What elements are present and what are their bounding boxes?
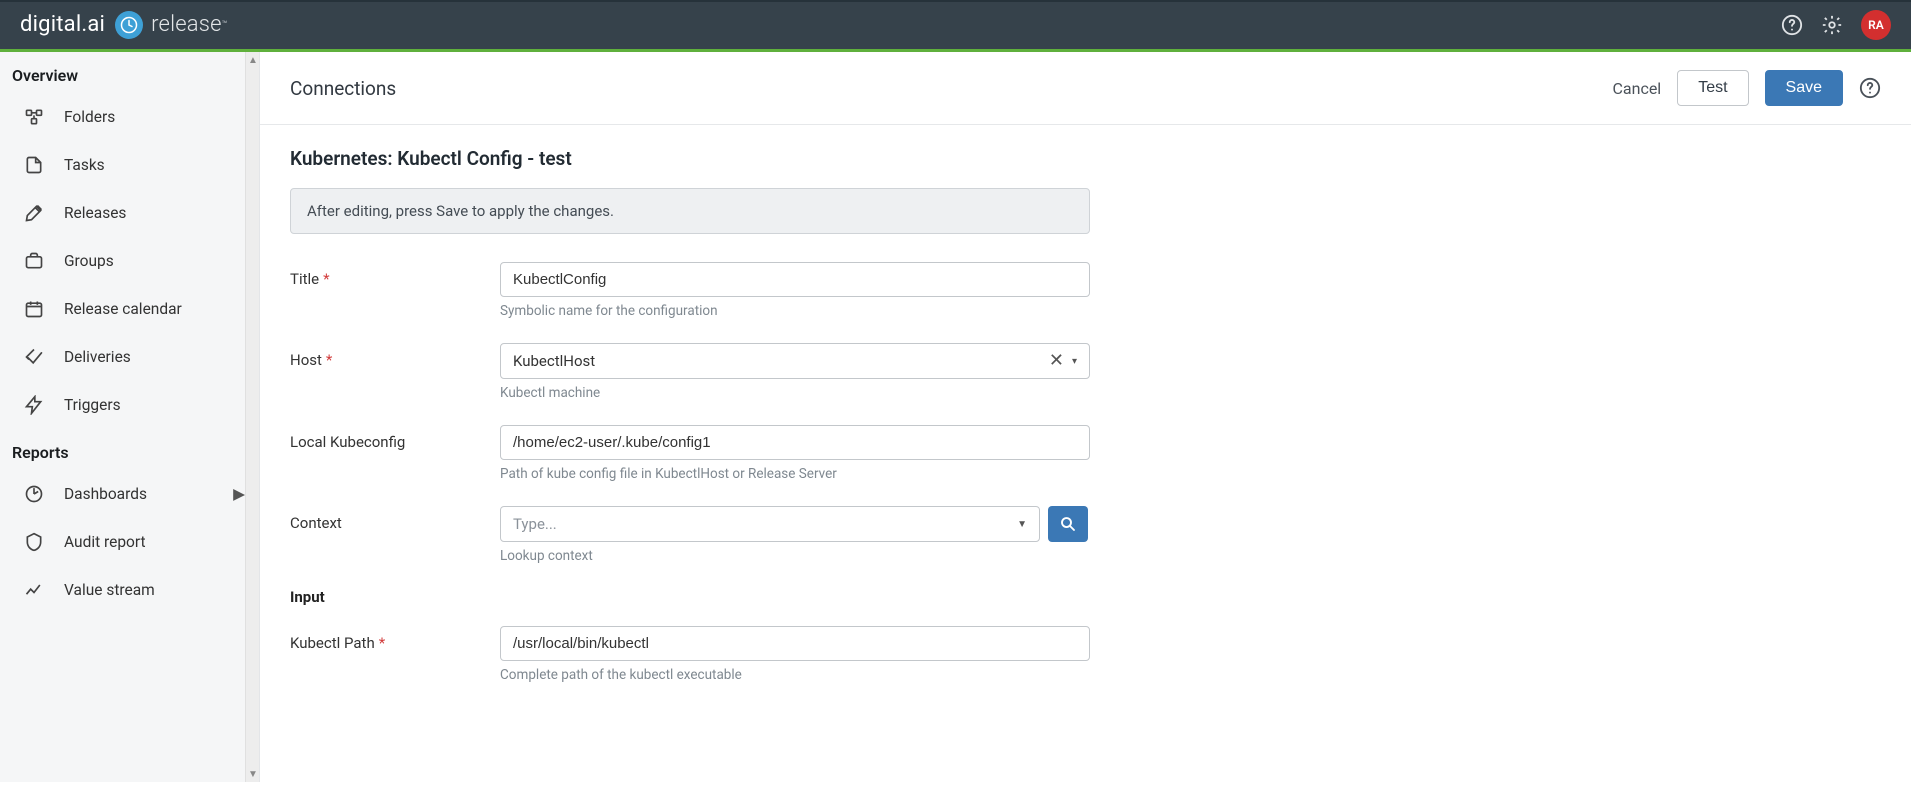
sidebar-item-triggers[interactable]: Triggers bbox=[0, 381, 259, 429]
top-bar: digital.ai release ™ RA bbox=[0, 0, 1911, 52]
groups-icon bbox=[24, 251, 44, 271]
title-help: Symbolic name for the configuration bbox=[500, 303, 1090, 319]
sidebar-item-dashboards[interactable]: Dashboards ▶ bbox=[0, 470, 259, 518]
brand: digital.ai release ™ bbox=[20, 11, 227, 39]
page-help-icon[interactable] bbox=[1859, 77, 1881, 99]
product-name: release bbox=[151, 12, 222, 37]
scrollbar-up-icon[interactable]: ▲ bbox=[246, 52, 260, 68]
clear-icon[interactable]: ✕ bbox=[1049, 352, 1064, 370]
triggers-icon bbox=[24, 395, 44, 415]
label-host: Host* bbox=[290, 343, 500, 369]
sidebar-item-tasks[interactable]: Tasks bbox=[0, 141, 259, 189]
label-local-kubeconfig: Local Kubeconfig bbox=[290, 425, 500, 451]
test-button[interactable]: Test bbox=[1677, 70, 1748, 106]
sidebar-section-reports: Reports bbox=[0, 429, 259, 470]
label-title: Title* bbox=[290, 262, 500, 288]
page-title: Connections bbox=[290, 77, 396, 100]
settings-icon[interactable] bbox=[1821, 14, 1843, 36]
sidebar-scrollbar[interactable]: ▲ ▼ bbox=[245, 52, 259, 782]
trademark: ™ bbox=[222, 20, 228, 30]
audit-icon bbox=[24, 532, 44, 552]
context-placeholder: Type... bbox=[513, 515, 557, 533]
help-icon[interactable] bbox=[1781, 14, 1803, 36]
local-kubeconfig-help: Path of kube config file in KubectlHost … bbox=[500, 466, 1090, 482]
folders-icon bbox=[24, 107, 44, 127]
calendar-icon bbox=[24, 299, 44, 319]
sidebar-item-groups[interactable]: Groups bbox=[0, 237, 259, 285]
sidebar-item-label: Groups bbox=[64, 252, 114, 270]
config-title: Kubernetes: Kubectl Config - test bbox=[290, 147, 1330, 170]
local-kubeconfig-input[interactable] bbox=[500, 425, 1090, 460]
sidebar-item-label: Releases bbox=[64, 204, 126, 222]
label-kubectl-path: Kubectl Path* bbox=[290, 626, 500, 652]
sidebar-item-value-stream[interactable]: Value stream bbox=[0, 566, 259, 614]
host-help: Kubectl machine bbox=[500, 385, 1090, 401]
page-header: Connections Cancel Test Save bbox=[260, 52, 1911, 125]
title-input[interactable] bbox=[500, 262, 1090, 297]
scrollbar-down-icon[interactable]: ▼ bbox=[246, 766, 260, 782]
dropdown-caret-icon[interactable]: ▾ bbox=[1072, 356, 1077, 367]
sidebar-item-label: Tasks bbox=[64, 156, 105, 174]
sidebar-item-label: Triggers bbox=[64, 396, 121, 414]
label-context: Context bbox=[290, 506, 500, 532]
brand-name: digital.ai bbox=[20, 12, 105, 37]
info-banner: After editing, press Save to apply the c… bbox=[290, 188, 1090, 234]
sidebar-section-overview: Overview bbox=[0, 52, 259, 93]
sidebar-item-releases[interactable]: Releases bbox=[0, 189, 259, 237]
cancel-button[interactable]: Cancel bbox=[1612, 79, 1661, 98]
sidebar-item-folders[interactable]: Folders bbox=[0, 93, 259, 141]
sidebar-item-audit-report[interactable]: Audit report bbox=[0, 518, 259, 566]
main-content: Connections Cancel Test Save Kubernetes:… bbox=[260, 52, 1911, 782]
context-help: Lookup context bbox=[500, 548, 1090, 564]
deliveries-icon bbox=[24, 347, 44, 367]
sidebar-item-deliveries[interactable]: Deliveries bbox=[0, 333, 259, 381]
sidebar-item-release-calendar[interactable]: Release calendar bbox=[0, 285, 259, 333]
search-icon bbox=[1059, 515, 1077, 533]
chevron-right-icon: ▶ bbox=[233, 485, 245, 503]
host-select[interactable]: KubectlHost ✕ ▾ bbox=[500, 343, 1090, 379]
lookup-button[interactable] bbox=[1048, 506, 1088, 542]
input-section-title: Input bbox=[290, 588, 1330, 606]
sidebar-item-label: Folders bbox=[64, 108, 115, 126]
value-stream-icon bbox=[24, 580, 44, 600]
user-avatar[interactable]: RA bbox=[1861, 10, 1891, 40]
sidebar-item-label: Deliveries bbox=[64, 348, 131, 366]
sidebar-item-label: Release calendar bbox=[64, 300, 182, 318]
host-value: KubectlHost bbox=[513, 352, 595, 370]
releases-icon bbox=[24, 203, 44, 223]
dashboards-icon bbox=[24, 484, 44, 504]
sidebar-item-label: Value stream bbox=[64, 581, 155, 599]
sidebar-item-label: Dashboards bbox=[64, 485, 147, 503]
sidebar-item-label: Audit report bbox=[64, 533, 146, 551]
kubectl-path-input[interactable] bbox=[500, 626, 1090, 661]
kubectl-path-help: Complete path of the kubectl executable bbox=[500, 667, 1090, 683]
dropdown-caret-icon[interactable]: ▼ bbox=[1017, 519, 1027, 530]
sidebar: Overview Folders Tasks Releases Groups R… bbox=[0, 52, 260, 782]
tasks-icon bbox=[24, 155, 44, 175]
release-logo-icon bbox=[115, 11, 143, 39]
context-select[interactable]: Type... ▼ bbox=[500, 506, 1040, 542]
save-button[interactable]: Save bbox=[1765, 70, 1843, 106]
